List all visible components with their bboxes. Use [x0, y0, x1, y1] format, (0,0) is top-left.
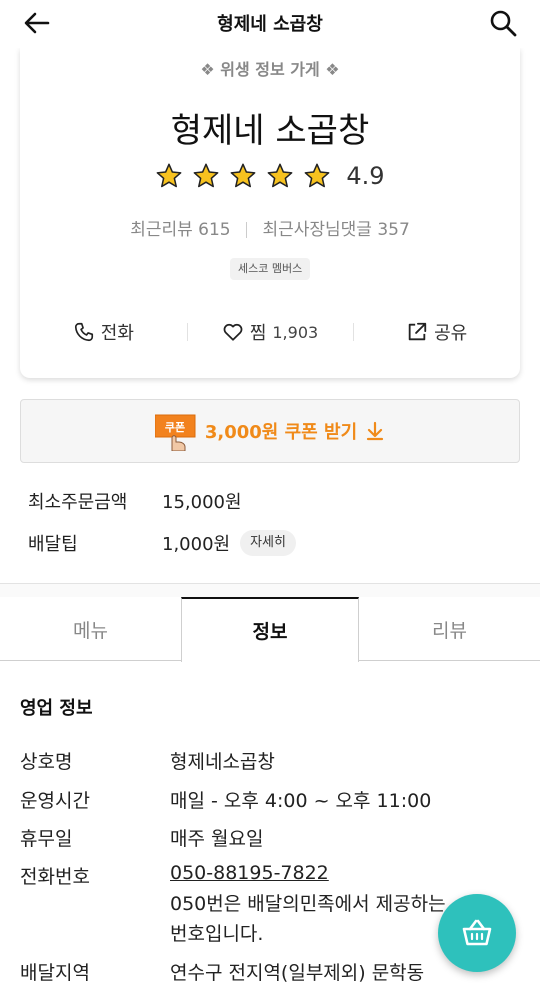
heart-icon [223, 323, 243, 341]
coupon-hand-icon: 쿠폰 [154, 411, 197, 452]
business-row-key: 전화번호 [20, 866, 90, 888]
top-bar: 형제네 소곱창 [0, 0, 540, 48]
business-row-value: 매주 월요일 [170, 828, 264, 850]
min-order-value: 15,000원 [162, 492, 242, 513]
cesco-members-badge: 세스코 멤버스 [230, 258, 311, 280]
section-divider [0, 583, 540, 597]
tab-info[interactable]: 정보 [181, 597, 359, 662]
star-icon [230, 163, 256, 188]
store-name: 형제네 소곱창 [170, 111, 370, 151]
coupon-download-button[interactable]: 쿠폰 3,000원 쿠폰 받기 [20, 399, 520, 463]
phone-note-line: 번호입니다. [170, 923, 264, 945]
business-row-key: 배달지역 [20, 962, 90, 984]
business-row-key: 상호명 [20, 751, 73, 773]
tab-menu[interactable]: 메뉴 [0, 597, 181, 661]
store-info-card: ❖ 위생 정보 가게 ❖ 형제네 소곱창 4.9 최근리뷰 615 최근사장님댓… [20, 48, 520, 378]
delivery-tip-label: 배달팁 [28, 534, 78, 555]
like-button[interactable]: 찜 1,903 [186, 314, 354, 350]
download-icon [367, 421, 384, 441]
share-label: 공유 [434, 323, 468, 344]
store-actions: 전화 찜 1,903 공유 [20, 314, 520, 350]
like-count: 1,903 [272, 322, 319, 342]
star-icon [267, 163, 293, 188]
delivery-tip-value: 1,000원 [162, 534, 231, 555]
search-icon[interactable] [488, 8, 518, 38]
star-icon [304, 163, 330, 188]
business-row-value: 연수구 전지역(일부제외) 문학동 [170, 962, 425, 984]
business-row-value: 매일 - 오후 4:00 ~ 오후 11:00 [170, 790, 432, 812]
shopping-basket-icon [462, 919, 492, 946]
phone-number-link[interactable]: 050-88195-7822 [170, 862, 329, 884]
share-icon [408, 322, 427, 341]
divider [246, 222, 248, 238]
rating: 4.9 [20, 162, 520, 190]
rating-score: 4.9 [346, 162, 385, 190]
page-title: 형제네 소곱창 [217, 14, 323, 35]
share-button[interactable]: 공유 [353, 314, 520, 350]
delivery-tip-row: 배달팁 1,000원 자세히 [28, 530, 296, 556]
min-order-row: 최소주문금액 15,000원 [28, 488, 242, 514]
business-row-key: 운영시간 [20, 790, 90, 812]
coupon-label: 3,000원 쿠폰 받기 [204, 422, 358, 443]
phone-icon [74, 322, 93, 342]
recent-review-count[interactable]: 최근리뷰 615 [130, 220, 230, 240]
review-counts: 최근리뷰 615 최근사장님댓글 357 [20, 215, 520, 240]
tab-review[interactable]: 리뷰 [359, 597, 540, 661]
call-label: 전화 [100, 323, 134, 344]
coupon-icon-text: 쿠폰 [165, 421, 185, 434]
star-icon [193, 163, 219, 188]
delivery-tip-detail-button[interactable]: 자세히 [240, 530, 296, 556]
hygiene-info-label[interactable]: ❖ 위생 정보 가게 ❖ [20, 56, 520, 80]
min-order-label: 최소주문금액 [28, 492, 128, 513]
phone-note-line: 050번은 배달의민족에서 제공하는 [170, 893, 446, 915]
tab-bar: 메뉴 정보 리뷰 [0, 597, 540, 662]
business-row-value: 형제네소곱창 [170, 751, 275, 773]
business-row-key: 휴무일 [20, 828, 73, 850]
cart-fab-button[interactable] [438, 894, 516, 972]
business-info-title: 영업 정보 [20, 698, 93, 719]
phone-number-note: 050번은 배달의민족에서 제공하는 번호입니다. [170, 889, 446, 949]
star-icon [156, 163, 182, 188]
owner-reply-count[interactable]: 최근사장님댓글 357 [262, 220, 409, 240]
call-button[interactable]: 전화 [20, 314, 187, 350]
like-label: 찜 [249, 323, 267, 344]
